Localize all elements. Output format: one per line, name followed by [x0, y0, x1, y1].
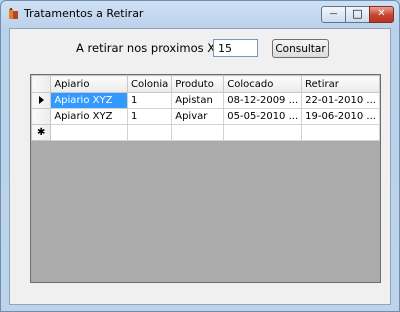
- table-cell[interactable]: [223, 124, 303, 141]
- table-cell[interactable]: 19-06-2010 ...: [301, 108, 380, 125]
- days-input[interactable]: [213, 39, 258, 57]
- app-icon: [9, 8, 18, 19]
- column-header-retirar[interactable]: Retirar: [301, 75, 380, 93]
- minimize-icon: —: [329, 9, 338, 18]
- window-title: Tratamentos a Retirar: [24, 7, 144, 20]
- column-header-apiario[interactable]: Apiario: [50, 75, 128, 93]
- table-cell[interactable]: Apiario XYZ: [50, 108, 128, 125]
- table-cell[interactable]: [171, 124, 225, 141]
- table-cell[interactable]: 22-01-2010 ...: [301, 92, 380, 109]
- table-cell[interactable]: 1: [126, 108, 173, 125]
- new-row[interactable]: ✱: [31, 124, 380, 141]
- table-cell[interactable]: Apistan: [171, 92, 225, 109]
- table-cell[interactable]: 05-05-2010 ...: [223, 108, 303, 125]
- main-window: Tratamentos a Retirar — □ ✕ A retirar no…: [0, 0, 400, 312]
- title-bar[interactable]: Tratamentos a Retirar — □ ✕: [1, 1, 399, 28]
- table-cell[interactable]: Apiario XYZ: [50, 92, 128, 109]
- corner-header: [31, 75, 52, 93]
- close-icon: ✕: [377, 8, 386, 19]
- close-button[interactable]: ✕: [369, 6, 394, 23]
- new-row-icon: ✱: [36, 127, 46, 138]
- header-row: Apiario Colonia Produto Colocado Retirar: [31, 75, 380, 93]
- new-row-header[interactable]: ✱: [31, 124, 52, 141]
- table-row[interactable]: Apiario XYZ 1 Apistan 08-12-2009 ... 22-…: [31, 92, 380, 109]
- maximize-button[interactable]: □: [345, 6, 370, 23]
- results-table: Apiario Colonia Produto Colocado Retirar…: [31, 75, 380, 141]
- table-cell[interactable]: 1: [126, 92, 173, 109]
- consultar-button[interactable]: Consultar: [272, 39, 329, 58]
- table-row[interactable]: Apiario XYZ 1 Apivar 05-05-2010 ... 19-0…: [31, 108, 380, 125]
- table-cell[interactable]: [301, 124, 380, 141]
- minimize-button[interactable]: —: [321, 6, 346, 23]
- current-row-arrow-icon: [38, 96, 44, 104]
- table-cell[interactable]: [50, 124, 128, 141]
- results-grid[interactable]: Apiario Colonia Produto Colocado Retirar…: [30, 74, 381, 283]
- column-header-produto[interactable]: Produto: [171, 75, 225, 93]
- maximize-icon: □: [352, 7, 363, 20]
- column-header-colonia[interactable]: Colonia: [126, 75, 173, 93]
- table-cell[interactable]: [126, 124, 173, 141]
- column-header-colocado[interactable]: Colocado: [223, 75, 303, 93]
- table-cell[interactable]: 08-12-2009 ...: [223, 92, 303, 109]
- form-body: A retirar nos proximos X dias: Consultar…: [9, 28, 391, 305]
- table-cell[interactable]: Apivar: [171, 108, 225, 125]
- row-header[interactable]: [31, 108, 52, 125]
- row-header[interactable]: [31, 92, 52, 109]
